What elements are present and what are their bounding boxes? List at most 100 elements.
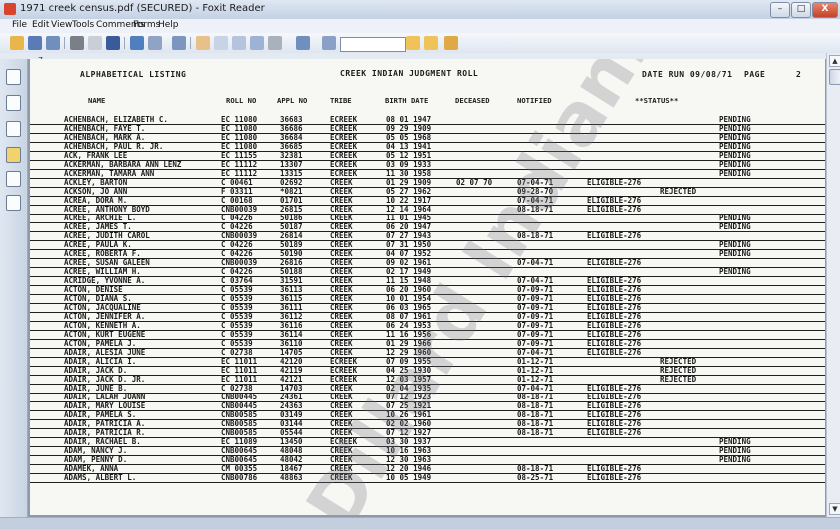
attachments-icon[interactable] xyxy=(6,171,21,187)
row-status: PENDING xyxy=(719,240,751,250)
scroll-up-icon[interactable]: ▲ xyxy=(829,55,840,67)
save-all-icon[interactable] xyxy=(46,36,60,50)
row-name: ACREE, JUDITH CAROL xyxy=(64,231,150,241)
row-name: ADAMS, ALBERT L. xyxy=(64,473,137,482)
row-name: ADAIR, JACK D. xyxy=(64,365,128,375)
row-roll-no: EC 11112 xyxy=(221,168,258,178)
row-status: REJECTED xyxy=(660,186,697,196)
row-roll-no: C 04226 xyxy=(221,249,253,259)
row-birth-date: 12 03 1957 xyxy=(386,374,432,384)
pdf-page[interactable]: ALPHABETICAL LISTING CREEK INDIAN JUDGME… xyxy=(30,59,825,515)
title-bar: 1971 creek census.pdf (SECURED) - Foxit … xyxy=(0,0,840,20)
row-roll-no: C 04226 xyxy=(221,213,253,223)
row-appl-no: 42121 xyxy=(280,374,303,384)
menu-help[interactable]: Help xyxy=(158,20,179,30)
row-tribe: ECREEK xyxy=(330,115,358,124)
row-appl-no: 14703 xyxy=(280,383,303,393)
page-number: 2 xyxy=(796,70,802,79)
search-icon[interactable] xyxy=(322,36,336,50)
row-roll-no: C 05539 xyxy=(221,285,253,295)
menu-view[interactable]: View xyxy=(51,20,72,30)
find-input[interactable] xyxy=(340,37,406,52)
signature-icon[interactable] xyxy=(6,195,21,211)
row-tribe: CREEK xyxy=(330,302,353,312)
layers-icon[interactable] xyxy=(6,147,21,163)
row-tribe: CREEK xyxy=(330,195,353,205)
email-icon[interactable] xyxy=(88,36,102,50)
row-name: ACKLEY, BARTON xyxy=(64,177,128,187)
row-roll-no: CNB00786 xyxy=(221,473,258,482)
menu-tools[interactable]: Tools xyxy=(72,20,94,30)
menu-file[interactable]: File xyxy=(12,20,27,30)
next-icon[interactable] xyxy=(424,36,438,50)
select-icon[interactable] xyxy=(232,36,246,50)
facebook-icon[interactable] xyxy=(106,36,120,50)
row-name: ACHENBACH, ELIZABETH C. xyxy=(64,115,168,124)
menu-edit[interactable]: Edit xyxy=(32,20,49,30)
row-notified: 07-09-71 xyxy=(517,311,554,321)
row-status: REJECTED xyxy=(660,374,697,384)
row-roll-no: C 00168 xyxy=(221,195,253,205)
select-text-icon[interactable] xyxy=(214,36,228,50)
row-birth-date: 01 29 1909 xyxy=(386,177,432,187)
column-header-deceased: DECEASED xyxy=(455,96,490,105)
find-icon[interactable] xyxy=(296,36,310,50)
save-icon[interactable] xyxy=(28,36,42,50)
row-birth-date: 06 03 1965 xyxy=(386,302,432,312)
row-appl-no: 36683 xyxy=(280,115,303,124)
row-birth-date: 10 26 1961 xyxy=(386,410,432,420)
row-name: ACREE, ARCHIE L. xyxy=(64,213,137,223)
row-notified: 08-18-71 xyxy=(517,428,554,438)
row-tribe: ECREEK xyxy=(330,437,358,447)
row-tribe: ECREEK xyxy=(330,374,358,384)
row-name: ADAMEK, ANNA xyxy=(64,464,119,474)
bookmarks-icon[interactable] xyxy=(6,69,21,85)
row-tribe: ECREEK xyxy=(330,159,358,169)
print-icon[interactable] xyxy=(70,36,84,50)
scroll-down-icon[interactable]: ▼ xyxy=(829,503,840,515)
row-appl-no: 48048 xyxy=(280,446,303,456)
row-notified: 07-04-71 xyxy=(517,383,554,393)
typewriter-icon[interactable] xyxy=(268,36,282,50)
row-tribe: ECREEK xyxy=(330,150,358,160)
snapshot-icon[interactable] xyxy=(172,36,186,50)
maximize-button[interactable]: □ xyxy=(791,2,811,18)
scroll-thumb[interactable] xyxy=(829,69,840,85)
close-button[interactable]: X xyxy=(812,2,838,18)
row-birth-date: 01 29 1966 xyxy=(386,338,432,348)
open-icon[interactable] xyxy=(10,36,24,50)
row-notified: 08-18-71 xyxy=(517,401,554,411)
zoom-icon[interactable] xyxy=(250,36,264,50)
row-birth-date: 04 13 1941 xyxy=(386,141,432,151)
comments-panel-icon[interactable] xyxy=(6,121,21,137)
row-roll-no: CM 00355 xyxy=(221,464,258,474)
row-birth-date: 02 17 1949 xyxy=(386,267,432,277)
link-icon[interactable] xyxy=(444,36,458,50)
row-eligible: ELIGIBLE-276 xyxy=(587,177,642,187)
row-appl-no: 36110 xyxy=(280,338,303,348)
row-eligible: ELIGIBLE-276 xyxy=(587,294,642,303)
pages-icon[interactable] xyxy=(148,36,162,50)
row-tribe: CREEK xyxy=(330,213,353,223)
prev-icon[interactable] xyxy=(406,36,420,50)
row-roll-no: CNB00645 xyxy=(221,455,258,465)
row-appl-no: 26815 xyxy=(280,204,303,214)
row-tribe: CREEK xyxy=(330,294,353,303)
row-birth-date: 07 27 1943 xyxy=(386,231,432,241)
row-appl-no: 36115 xyxy=(280,294,303,303)
row-roll-no: EC 11080 xyxy=(221,141,258,151)
row-appl-no: 13307 xyxy=(280,159,303,169)
row-appl-no: 32381 xyxy=(280,150,303,160)
menu-forms[interactable]: Forms xyxy=(133,20,160,30)
navigation-panel xyxy=(0,59,28,517)
row-name: ADAIR, RACHAEL B. xyxy=(64,437,141,447)
row-name: ACTON, JACQUALINE xyxy=(64,302,141,312)
row-roll-no: CNB00585 xyxy=(221,419,258,429)
vertical-scrollbar[interactable]: ▲ ▼ xyxy=(826,53,840,517)
row-name: ADAIR, LALAH JOANN xyxy=(64,392,146,402)
screen-icon[interactable] xyxy=(130,36,144,50)
hand-tool-icon[interactable] xyxy=(196,36,210,50)
minimize-button[interactable]: – xyxy=(770,2,790,18)
pages-panel-icon[interactable] xyxy=(6,95,21,111)
roll-title: CREEK INDIAN JUDGMENT ROLL xyxy=(340,69,479,78)
